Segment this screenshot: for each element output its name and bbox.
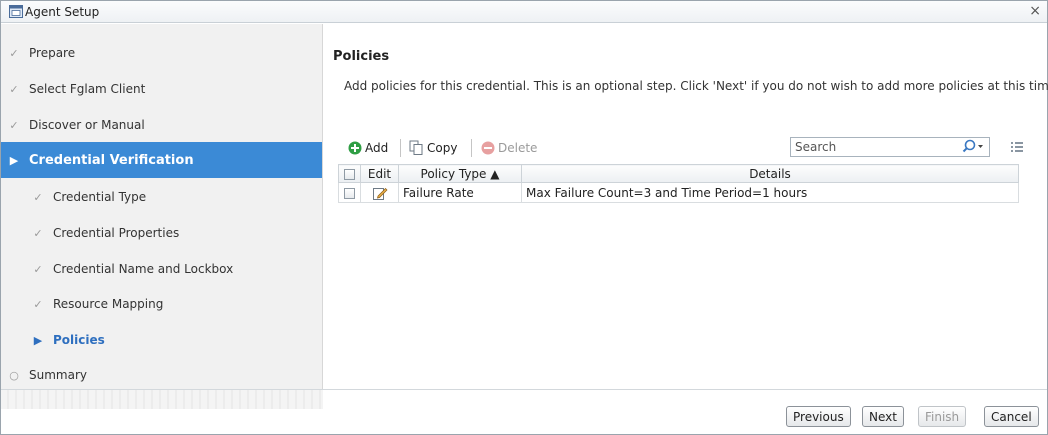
edit-column-header[interactable]: Edit bbox=[360, 164, 399, 183]
select-all-header bbox=[338, 164, 361, 183]
delete-label: Delete bbox=[498, 141, 538, 155]
row-checkbox[interactable] bbox=[344, 187, 355, 199]
step-label: Resource Mapping bbox=[53, 297, 164, 311]
add-label: Add bbox=[365, 141, 389, 155]
step-credential-properties[interactable]: ✓ Credential Properties bbox=[1, 215, 322, 251]
close-icon[interactable]: × bbox=[1029, 3, 1041, 19]
check-icon: ✓ bbox=[33, 297, 43, 311]
app-window-icon bbox=[9, 5, 23, 18]
copy-button[interactable]: Copy bbox=[409, 139, 457, 157]
delete-button[interactable]: Delete bbox=[481, 139, 537, 157]
policy-type-column-header[interactable]: Policy Type ▲ bbox=[398, 164, 522, 183]
step-summary[interactable]: ○ Summary bbox=[1, 357, 322, 393]
row-checkbox-cell bbox=[338, 182, 361, 203]
page-description: Add policies for this credential. This i… bbox=[344, 79, 1048, 93]
step-policies[interactable]: ▶ Policies bbox=[1, 322, 322, 358]
window-title: Agent Setup bbox=[25, 5, 100, 19]
step-label: Credential Properties bbox=[53, 226, 180, 240]
step-label: Select Fglam Client bbox=[29, 82, 146, 96]
finish-button[interactable]: Finish bbox=[918, 406, 967, 427]
policy-type-cell: Failure Rate bbox=[398, 182, 522, 203]
check-icon: ✓ bbox=[9, 82, 19, 96]
policies-table: Edit Policy Type ▲ Details Failure Rate … bbox=[338, 164, 1019, 203]
table-row[interactable]: Failure Rate Max Failure Count=3 and Tim… bbox=[338, 182, 1019, 203]
step-credential-type[interactable]: ✓ Credential Type bbox=[1, 179, 322, 215]
details-column-header[interactable]: Details bbox=[521, 164, 1019, 183]
step-label: Summary bbox=[29, 368, 87, 382]
agent-setup-window: Agent Setup × ✓ Prepare ✓ Select Fglam C… bbox=[0, 0, 1048, 435]
details-cell: Max Failure Count=3 and Time Period=1 ho… bbox=[521, 182, 1019, 203]
check-icon: ✓ bbox=[33, 190, 43, 204]
check-icon: ✓ bbox=[33, 262, 43, 276]
step-label: Policies bbox=[53, 333, 105, 347]
check-icon: ✓ bbox=[9, 46, 19, 60]
add-icon bbox=[348, 141, 362, 155]
circle-icon: ○ bbox=[9, 368, 19, 382]
copy-label: Copy bbox=[427, 141, 458, 155]
select-all-checkbox[interactable] bbox=[344, 168, 355, 180]
edit-cell bbox=[360, 182, 399, 203]
search-input[interactable] bbox=[795, 139, 945, 155]
page-title: Policies bbox=[333, 49, 390, 64]
next-button[interactable]: Next bbox=[862, 406, 904, 427]
step-credential-verification[interactable]: ▶ Credential Verification bbox=[1, 142, 322, 178]
wizard-footer: Previous Next Finish Cancel bbox=[1, 389, 1047, 435]
copy-icon bbox=[409, 140, 423, 155]
column-options-icon[interactable] bbox=[1010, 140, 1024, 154]
check-icon: ✓ bbox=[9, 118, 19, 132]
step-label: Discover or Manual bbox=[29, 118, 145, 132]
step-select-fglam-client[interactable]: ✓ Select Fglam Client bbox=[1, 71, 322, 107]
grid-toolbar: Add Copy Delete bbox=[324, 136, 1047, 160]
search-box bbox=[790, 137, 990, 157]
toolbar-divider bbox=[471, 139, 472, 157]
policies-panel: Policies Add policies for this credentia… bbox=[324, 24, 1048, 389]
cancel-button[interactable]: Cancel bbox=[984, 406, 1039, 427]
edit-pencil-icon[interactable] bbox=[372, 185, 388, 201]
delete-icon bbox=[481, 141, 495, 155]
step-credential-name-and-lockbox[interactable]: ✓ Credential Name and Lockbox bbox=[1, 251, 322, 287]
search-icon[interactable] bbox=[961, 138, 985, 156]
table-header-row: Edit Policy Type ▲ Details bbox=[338, 164, 1019, 183]
step-label: Credential Verification bbox=[29, 152, 194, 168]
step-resource-mapping[interactable]: ✓ Resource Mapping bbox=[1, 286, 322, 322]
arrow-right-icon: ▶ bbox=[9, 153, 19, 167]
toolbar-divider bbox=[400, 139, 401, 157]
step-discover-or-manual[interactable]: ✓ Discover or Manual bbox=[1, 107, 322, 143]
check-icon: ✓ bbox=[33, 226, 43, 240]
step-label: Credential Type bbox=[53, 190, 147, 204]
wizard-steps-sidebar: ✓ Prepare ✓ Select Fglam Client ✓ Discov… bbox=[1, 24, 323, 389]
previous-button[interactable]: Previous bbox=[786, 406, 851, 427]
step-label: Credential Name and Lockbox bbox=[53, 262, 234, 276]
title-bar: Agent Setup × bbox=[1, 1, 1047, 23]
step-label: Prepare bbox=[29, 46, 76, 60]
arrow-right-icon: ▶ bbox=[33, 333, 43, 347]
step-prepare[interactable]: ✓ Prepare bbox=[1, 35, 322, 71]
add-button[interactable]: Add bbox=[348, 139, 388, 157]
